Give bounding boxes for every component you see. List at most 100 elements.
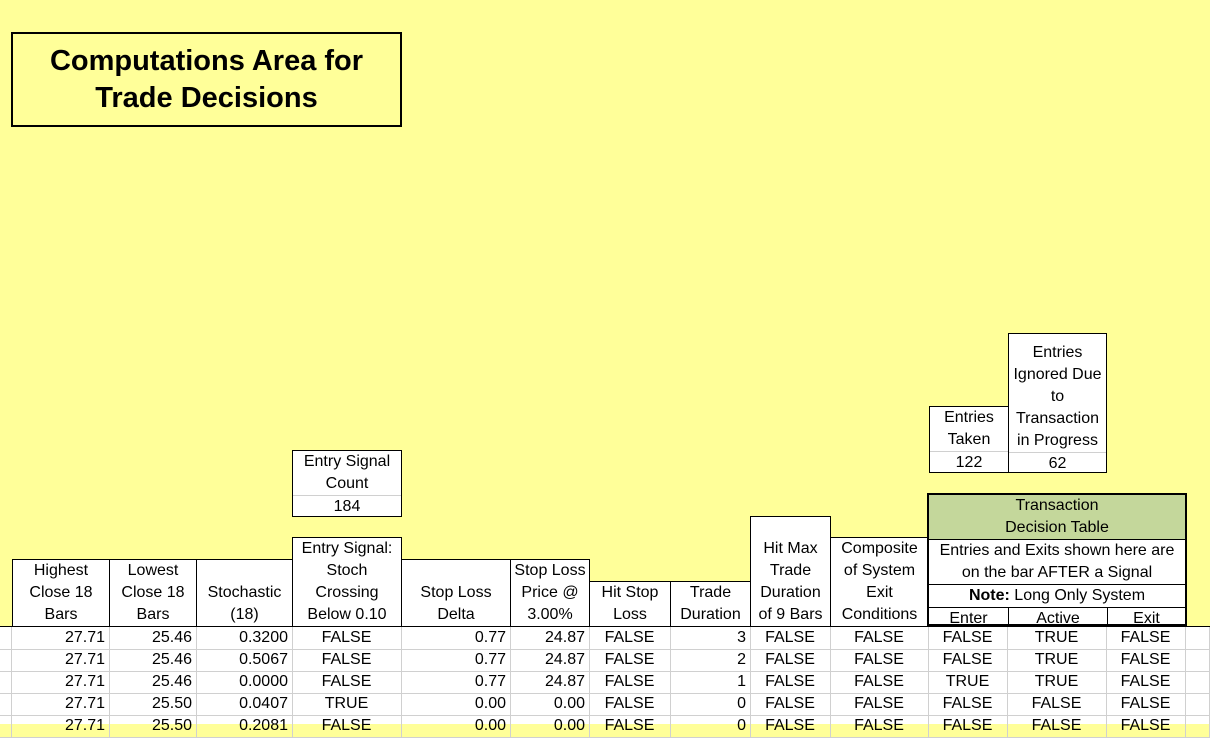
grid-cell[interactable] [0, 671, 12, 693]
cell-trade-duration[interactable]: 3 [670, 627, 751, 649]
header-lowest-close[interactable]: Lowest Close 18 Bars [109, 559, 197, 626]
cell-stop-loss-delta[interactable]: 0.00 [401, 715, 511, 737]
header-hit-max-duration[interactable]: Hit Max Trade Duration of 9 Bars [750, 516, 831, 626]
entries-ignored-box[interactable]: Entries Ignored Due to Transaction in Pr… [1008, 333, 1107, 473]
header-text: Delta [437, 606, 475, 623]
cell-hit-max-duration[interactable]: FALSE [750, 649, 831, 671]
header-composite-exit[interactable]: Composite of System Exit Conditions [830, 537, 929, 626]
cell-enter[interactable]: FALSE [928, 693, 1008, 715]
grid-cell[interactable] [1186, 627, 1210, 649]
table-row: 27.71 25.50 0.0407 TRUE 0.00 0.00 FALSE 0 FALSE F… [0, 693, 1210, 716]
grid-cell[interactable] [0, 627, 12, 649]
cell-hit-max-duration[interactable]: FALSE [750, 671, 831, 693]
cell-composite-exit[interactable]: FALSE [830, 693, 929, 715]
grid-cell[interactable] [1186, 671, 1210, 693]
cell-stop-loss-price[interactable]: 0.00 [510, 715, 590, 737]
cell-trade-duration[interactable]: 0 [670, 715, 751, 737]
cell-entry-signal[interactable]: FALSE [292, 627, 402, 649]
header-text: Hit Stop [601, 584, 659, 601]
cell-trade-duration[interactable]: 1 [670, 671, 751, 693]
grid-cell[interactable] [1186, 715, 1210, 737]
cell-hit-max-duration[interactable]: FALSE [750, 627, 831, 649]
cell-stop-loss-delta[interactable]: 0.00 [401, 693, 511, 715]
cell-stop-loss-price[interactable]: 24.87 [510, 671, 590, 693]
cell-composite-exit[interactable]: FALSE [830, 627, 929, 649]
decision-table-note: Note: Long Only System [929, 585, 1185, 608]
cell-active[interactable]: TRUE [1007, 627, 1107, 649]
cell-active[interactable]: TRUE [1007, 649, 1107, 671]
entries-ignored-value: 62 [1048, 455, 1067, 472]
entries-taken-box[interactable]: Entries Taken 122 [929, 406, 1009, 473]
cell-entry-signal[interactable]: FALSE [292, 671, 402, 693]
cell-enter[interactable]: FALSE [928, 649, 1008, 671]
cell-exit[interactable]: FALSE [1106, 671, 1186, 693]
cell-active[interactable]: FALSE [1007, 693, 1107, 715]
cell-trade-duration[interactable]: 2 [670, 649, 751, 671]
cell-hit-stop-loss[interactable]: FALSE [589, 671, 671, 693]
cell-entry-signal[interactable]: FALSE [292, 649, 402, 671]
header-hit-stop-loss[interactable]: Hit Stop Loss [589, 581, 671, 626]
cell-highest-close[interactable]: 27.71 [12, 693, 110, 715]
cell-stochastic[interactable]: 0.5067 [196, 649, 293, 671]
cell-active[interactable]: FALSE [1007, 715, 1107, 737]
header-text: (18) [230, 606, 259, 623]
cell-composite-exit[interactable]: FALSE [830, 671, 929, 693]
cell-stop-loss-price[interactable]: 0.00 [510, 693, 590, 715]
cell-exit[interactable]: FALSE [1106, 693, 1186, 715]
header-text: Lowest [127, 562, 179, 579]
grid-cell[interactable] [0, 649, 12, 671]
cell-stop-loss-price[interactable]: 24.87 [510, 649, 590, 671]
cell-highest-close[interactable]: 27.71 [12, 671, 110, 693]
cell-exit[interactable]: FALSE [1106, 649, 1186, 671]
header-stochastic[interactable]: Stochastic (18) [196, 559, 293, 626]
header-entry-signal[interactable]: Entry Signal: Stoch Crossing Below 0.10 [292, 537, 402, 626]
transaction-decision-table[interactable]: Transaction Decision Table Entries and E… [927, 493, 1187, 629]
cell-exit[interactable]: FALSE [1106, 715, 1186, 737]
cell-hit-stop-loss[interactable]: FALSE [589, 693, 671, 715]
cell-stochastic[interactable]: 0.0000 [196, 671, 293, 693]
cell-composite-exit[interactable]: FALSE [830, 715, 929, 737]
cell-lowest-close[interactable]: 25.50 [109, 715, 197, 737]
cell-enter[interactable]: TRUE [928, 671, 1008, 693]
cell-enter[interactable]: FALSE [928, 627, 1008, 649]
cell-stop-loss-price[interactable]: 24.87 [510, 627, 590, 649]
cell-composite-exit[interactable]: FALSE [830, 649, 929, 671]
cell-lowest-close[interactable]: 25.46 [109, 671, 197, 693]
grid-cell[interactable] [0, 715, 12, 737]
grid-cell[interactable] [1186, 693, 1210, 715]
cell-stop-loss-delta[interactable]: 0.77 [401, 649, 511, 671]
cell-trade-duration[interactable]: 0 [670, 693, 751, 715]
header-stop-loss-price[interactable]: Stop Loss Price @ 3.00% [510, 559, 590, 626]
cell-active[interactable]: TRUE [1007, 671, 1107, 693]
cell-highest-close[interactable]: 27.71 [12, 649, 110, 671]
cell-hit-max-duration[interactable]: FALSE [750, 693, 831, 715]
grid-cell[interactable] [1186, 649, 1210, 671]
header-trade-duration[interactable]: Trade Duration [670, 581, 751, 626]
cell-stochastic[interactable]: 0.2081 [196, 715, 293, 737]
cell-entry-signal[interactable]: TRUE [292, 693, 402, 715]
cell-lowest-close[interactable]: 25.46 [109, 627, 197, 649]
cell-highest-close[interactable]: 27.71 [12, 715, 110, 737]
cell-exit[interactable]: FALSE [1106, 627, 1186, 649]
cell-stochastic[interactable]: 0.0407 [196, 693, 293, 715]
cell-lowest-close[interactable]: 25.46 [109, 649, 197, 671]
header-highest-close[interactable]: Highest Close 18 Bars [12, 559, 110, 626]
cell-hit-stop-loss[interactable]: FALSE [589, 649, 671, 671]
cell-stop-loss-delta[interactable]: 0.77 [401, 671, 511, 693]
cell-hit-stop-loss[interactable]: FALSE [589, 715, 671, 737]
cell-stop-loss-delta[interactable]: 0.77 [401, 627, 511, 649]
cell-hit-max-duration[interactable]: FALSE [750, 715, 831, 737]
cell-entry-signal[interactable]: FALSE [292, 715, 402, 737]
cell-enter[interactable]: FALSE [928, 715, 1008, 737]
title-line-2: Trade Decisions [95, 81, 318, 114]
header-text: Below 0.10 [307, 606, 387, 623]
cell-lowest-close[interactable]: 25.50 [109, 693, 197, 715]
grid-cell[interactable] [0, 693, 12, 715]
header-stop-loss-delta[interactable]: Stop Loss Delta [401, 559, 511, 626]
cell-hit-stop-loss[interactable]: FALSE [589, 627, 671, 649]
cell-stochastic[interactable]: 0.3200 [196, 627, 293, 649]
entry-signal-count-box[interactable]: Entry Signal Count 184 [292, 450, 402, 517]
header-text: Bars [44, 606, 78, 623]
cell-highest-close[interactable]: 27.71 [12, 627, 110, 649]
decision-table-description: Entries and Exits shown here are on the … [929, 540, 1185, 585]
